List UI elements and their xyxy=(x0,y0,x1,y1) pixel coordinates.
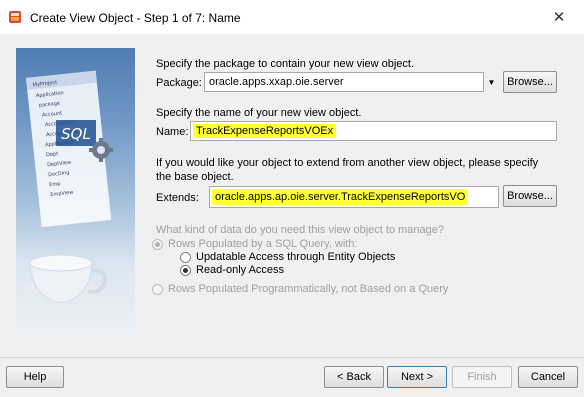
help-button[interactable]: Help xyxy=(6,366,64,388)
extends-field[interactable]: oracle.apps.ap.oie.server.TrackExpenseRe… xyxy=(209,186,499,208)
radio-read-only-access-label: Read-only Access xyxy=(196,264,285,276)
package-prompt: Specify the package to contain your new … xyxy=(156,58,415,70)
sql-badge-text: SQL xyxy=(61,125,91,143)
name-prompt: Specify the name of your new view object… xyxy=(156,107,362,119)
finish-button[interactable]: Finish xyxy=(452,366,512,388)
footer-divider xyxy=(0,357,584,358)
name-label: Name: xyxy=(156,126,189,138)
illustration-graphic: MyProject Application package Account Ac… xyxy=(23,70,113,304)
title-bar: Create View Object - Step 1 of 7: Name ✕ xyxy=(0,0,584,34)
back-button[interactable]: < Back xyxy=(324,366,384,388)
wizard-illustration: MyProject Application package Account Ac… xyxy=(16,48,135,336)
window-title: Create View Object - Step 1 of 7: Name xyxy=(30,11,241,25)
radio-updatable-access-label: Updatable Access through Entity Objects xyxy=(196,251,396,263)
tree-item: Dept xyxy=(46,151,59,158)
cancel-button[interactable]: Cancel xyxy=(518,366,578,388)
data-source-question: What kind of data do you need this view … xyxy=(156,224,445,236)
extends-prompt-line2: the base object. xyxy=(156,171,234,183)
next-button[interactable]: Next > xyxy=(387,366,447,388)
extends-label: Extends: xyxy=(156,192,199,204)
close-icon[interactable]: ✕ xyxy=(548,6,570,28)
name-field[interactable]: TrackExpenseReportsVOEx xyxy=(190,121,557,141)
radio-programmatic[interactable] xyxy=(152,284,163,295)
radio-sql-query-label: Rows Populated by a SQL Query, with: xyxy=(168,238,358,250)
extends-prompt-line1: If you would like your object to extend … xyxy=(156,157,539,169)
radio-sql-query[interactable] xyxy=(152,239,163,250)
app-icon xyxy=(9,11,21,23)
radio-read-only-access[interactable] xyxy=(180,265,191,276)
combo-arrow-icon[interactable]: ▼ xyxy=(483,72,499,92)
package-value: oracle.apps.xxap.oie.server xyxy=(209,76,344,88)
package-browse-button[interactable]: Browse... xyxy=(503,71,557,93)
package-combo[interactable]: oracle.apps.xxap.oie.server xyxy=(204,72,499,92)
tree-item: Emp xyxy=(49,181,61,188)
radio-programmatic-label: Rows Populated Programmatically, not Bas… xyxy=(168,283,449,295)
extends-browse-button[interactable]: Browse... xyxy=(503,185,557,207)
extends-value: oracle.apps.ap.oie.server.TrackExpenseRe… xyxy=(212,189,469,205)
name-value: TrackExpenseReportsVOEx xyxy=(193,124,337,138)
package-label: Package: xyxy=(156,77,202,89)
radio-updatable-access[interactable] xyxy=(180,252,191,263)
